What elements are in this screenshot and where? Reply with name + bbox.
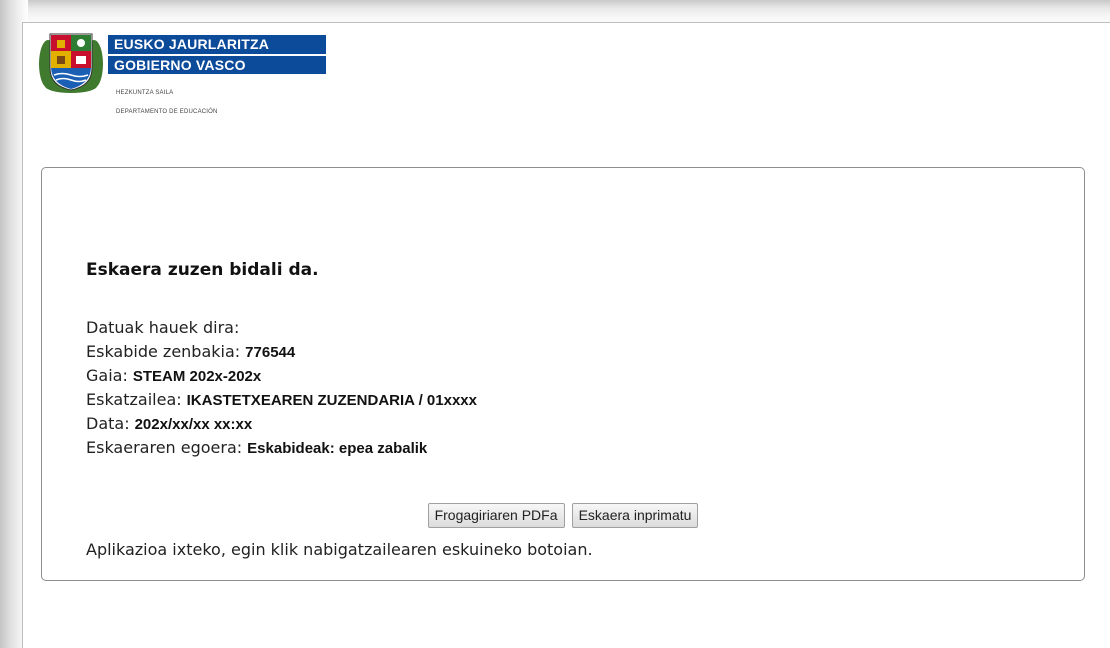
field-value: Eskabideak: epea zabalik <box>247 440 428 457</box>
field-row-subject: Gaia: STEAM 202x-202x <box>86 364 477 388</box>
field-value: IKASTETXEAREN ZUZENDARIA / 01xxxx <box>186 392 477 409</box>
basque-government-shield-icon <box>39 33 103 93</box>
page: EUSKO JAURLARITZA GOBIERNO VASCO HEZKUNT… <box>0 0 1110 648</box>
field-value: 776544 <box>245 344 296 361</box>
page-title: Eskaera zuzen bidali da. <box>86 260 319 280</box>
close-instructions: Aplikazioa ixteko, egin klik nabigatzail… <box>86 540 593 559</box>
org-name-spanish: GOBIERNO VASCO <box>108 55 326 74</box>
field-label: Gaia: <box>86 366 128 385</box>
field-row-request-number: Eskabide zenbakia: 776544 <box>86 340 477 364</box>
field-label: Eskaeraren egoera: <box>86 438 243 457</box>
action-buttons: Frogagiriaren PDFa Eskaera inprimatu <box>42 503 1084 528</box>
field-value: 202x/xx/xx xx:xx <box>134 416 253 433</box>
details-intro: Datuak hauek dira: <box>86 316 477 340</box>
government-logo: EUSKO JAURLARITZA GOBIERNO VASCO HEZKUNT… <box>38 28 326 128</box>
department-name-basque: HEZKUNTZA SAILA <box>116 90 174 96</box>
field-value: STEAM 202x-202x <box>132 368 262 385</box>
field-label: Data: <box>86 414 130 433</box>
field-label: Eskatzailea: <box>86 390 182 409</box>
field-label: Eskabide zenbakia: <box>86 342 241 361</box>
confirmation-panel: Eskaera zuzen bidali da. Datuak hauek di… <box>41 167 1085 581</box>
field-row-applicant: Eskatzailea: IKASTETXEAREN ZUZENDARIA / 0… <box>86 388 477 412</box>
download-pdf-button[interactable]: Frogagiriaren PDFa <box>427 503 565 528</box>
field-row-status: Eskaeraren egoera: Eskabideak: epea zabal… <box>86 436 477 460</box>
org-name-basque: EUSKO JAURLARITZA <box>108 35 326 54</box>
print-request-button[interactable]: Eskaera inprimatu <box>571 503 699 528</box>
department-name-spanish: DEPARTAMENTO DE EDUCACIÓN <box>116 109 218 115</box>
request-details: Datuak hauek dira: Eskabide zenbakia: 776… <box>86 316 477 460</box>
details-intro-text: Datuak hauek dira: <box>86 318 240 337</box>
field-row-date: Data: 202x/xx/xx xx:xx <box>86 412 477 436</box>
